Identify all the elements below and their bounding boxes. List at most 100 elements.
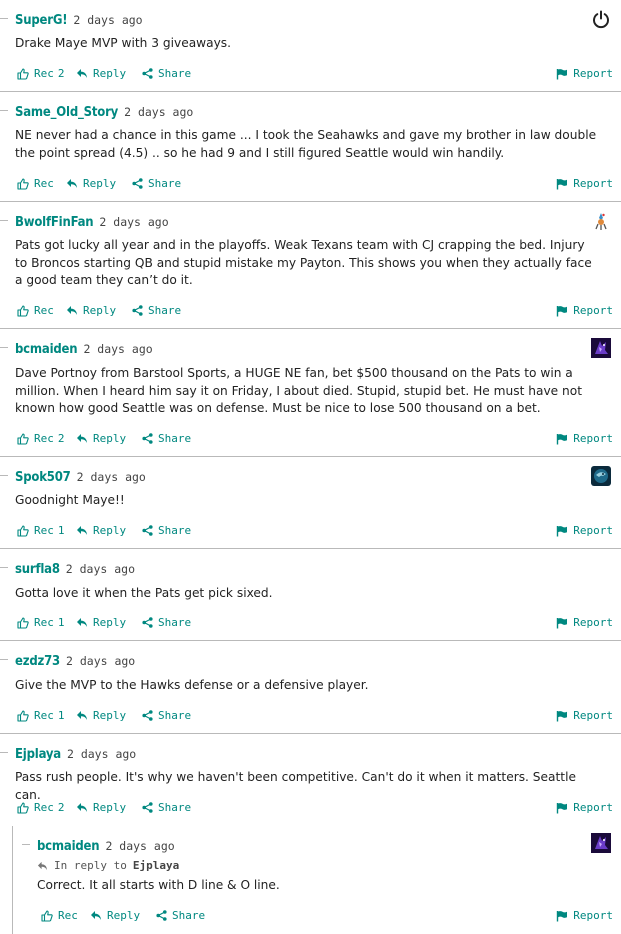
share-icon (142, 802, 153, 813)
rec-button[interactable]: Rec 1 (17, 524, 65, 537)
reply-arrow-icon (77, 69, 87, 78)
reply-button[interactable]: Reply (76, 709, 126, 722)
report-label: Report (573, 177, 613, 190)
share-icon (132, 178, 143, 189)
reply-button[interactable]: Reply (66, 177, 116, 190)
comment-author[interactable]: Spok507 (15, 470, 71, 485)
share-button[interactable]: Share (142, 67, 191, 80)
report-button[interactable]: Report (556, 801, 613, 814)
thumbs-up-icon (17, 616, 29, 629)
thread-line (0, 475, 8, 476)
thumbs-up-icon (17, 432, 29, 445)
reply-button[interactable]: Reply (76, 616, 126, 629)
share-button[interactable]: Share (132, 304, 181, 317)
comment-timestamp[interactable]: 2 days ago (105, 839, 174, 853)
comment-author[interactable]: bcmaiden (37, 839, 100, 854)
share-button[interactable]: Share (142, 709, 191, 722)
seahawks-avatar[interactable] (591, 466, 611, 486)
rec-button[interactable]: Rec (17, 304, 54, 317)
share-icon (142, 617, 153, 628)
comment-author[interactable]: BwolfFinFan (15, 215, 94, 230)
reply-button[interactable]: Reply (90, 909, 140, 922)
flag-icon (557, 802, 568, 813)
comment-timestamp[interactable]: 2 days ago (83, 342, 152, 356)
rec-count: 2 (57, 801, 65, 814)
flag-icon (557, 525, 568, 536)
comment-text: Goodnight Maye!! (15, 493, 125, 507)
purple-avatar[interactable] (591, 833, 611, 853)
comment-text: Pats got lucky all year and in the playo… (15, 238, 592, 287)
rec-button[interactable]: Rec 2 (17, 67, 65, 80)
report-button[interactable]: Report (556, 616, 613, 629)
comment-text: Correct. It all starts with D line & O l… (37, 878, 280, 892)
rec-button[interactable]: Rec 2 (17, 432, 65, 445)
flag-icon (557, 433, 568, 444)
reply-arrow-icon (91, 911, 101, 920)
in-reply-to[interactable]: In reply to Ejplaya (37, 859, 179, 872)
comment: Spok507 2 days ago Goodnight Maye!! Rec 1 … (0, 457, 621, 549)
report-button[interactable]: Report (556, 432, 613, 445)
report-button[interactable]: Report (556, 304, 613, 317)
share-button[interactable]: Share (142, 616, 191, 629)
comment: ezdz73 2 days ago Give the MVP to the Haw… (0, 641, 621, 734)
comment-author[interactable]: SuperG! (15, 13, 68, 28)
comment-text: Gotta love it when the Pats get pick six… (15, 586, 273, 600)
rec-count: 1 (57, 616, 65, 629)
rec-button[interactable]: Rec 2 (17, 801, 65, 814)
comment-timestamp[interactable]: 2 days ago (99, 215, 168, 229)
reply-button[interactable]: Reply (76, 67, 126, 80)
comment-actions: Rec 2 Reply Share Report (17, 432, 613, 448)
report-button[interactable]: Report (556, 909, 613, 922)
comment-author[interactable]: Same_Old_Story (15, 105, 118, 120)
comment-actions: Rec Reply Share Report (41, 909, 613, 925)
rec-button[interactable]: Rec (41, 909, 78, 922)
comment: Ejplaya 2 days ago Pass rush people. It's… (0, 734, 621, 826)
reply-button[interactable]: Reply (76, 432, 126, 445)
share-button[interactable]: Share (142, 432, 191, 445)
share-button[interactable]: Share (142, 801, 191, 814)
comment-author[interactable]: Ejplaya (15, 747, 61, 762)
report-label: Report (573, 616, 613, 629)
comment-text: Give the MVP to the Hawks defense or a d… (15, 678, 369, 692)
comment-author[interactable]: ezdz73 (15, 654, 60, 669)
thumbs-up-icon (17, 67, 29, 80)
comment-timestamp[interactable]: 2 days ago (77, 470, 146, 484)
report-button[interactable]: Report (556, 67, 613, 80)
rec-label: Rec (34, 709, 54, 722)
comment-actions: Rec 2 Reply Share Report (17, 67, 613, 83)
rec-button[interactable]: Rec 1 (17, 616, 65, 629)
mascot-avatar[interactable] (591, 211, 611, 231)
share-button[interactable]: Share (132, 177, 181, 190)
rec-count: 1 (57, 524, 65, 537)
comment-author[interactable]: surfla8 (15, 562, 60, 577)
comment-author[interactable]: bcmaiden (15, 342, 78, 357)
comment-timestamp[interactable]: 2 days ago (66, 654, 135, 668)
share-button[interactable]: Share (156, 909, 205, 922)
report-button[interactable]: Report (556, 524, 613, 537)
in-reply-to-author[interactable]: Ejplaya (133, 859, 179, 872)
comment-timestamp[interactable]: 2 days ago (73, 13, 142, 27)
reply-button[interactable]: Reply (76, 524, 126, 537)
comment-timestamp[interactable]: 2 days ago (124, 105, 193, 119)
comment-actions: Rec 2 Reply Share Report (17, 801, 613, 817)
power-icon[interactable] (591, 9, 611, 29)
comment-text: Dave Portnoy from Barstool Sports, a HUG… (15, 366, 582, 415)
rec-button[interactable]: Rec 1 (17, 709, 65, 722)
reply-arrow-icon (67, 179, 77, 188)
purple-avatar[interactable] (591, 338, 611, 358)
reply-button[interactable]: Reply (66, 304, 116, 317)
reply-arrow-icon (77, 803, 87, 812)
comment-timestamp[interactable]: 2 days ago (66, 562, 135, 576)
rec-label: Rec (34, 616, 54, 629)
comment-timestamp[interactable]: 2 days ago (67, 747, 136, 761)
share-button[interactable]: Share (142, 524, 191, 537)
report-label: Report (573, 801, 613, 814)
report-button[interactable]: Report (556, 177, 613, 190)
report-button[interactable]: Report (556, 709, 613, 722)
reply-arrow-icon (77, 618, 87, 627)
thread-line (22, 844, 30, 845)
rec-button[interactable]: Rec (17, 177, 54, 190)
share-label: Share (158, 801, 192, 814)
flag-icon (557, 710, 568, 721)
reply-button[interactable]: Reply (76, 801, 126, 814)
